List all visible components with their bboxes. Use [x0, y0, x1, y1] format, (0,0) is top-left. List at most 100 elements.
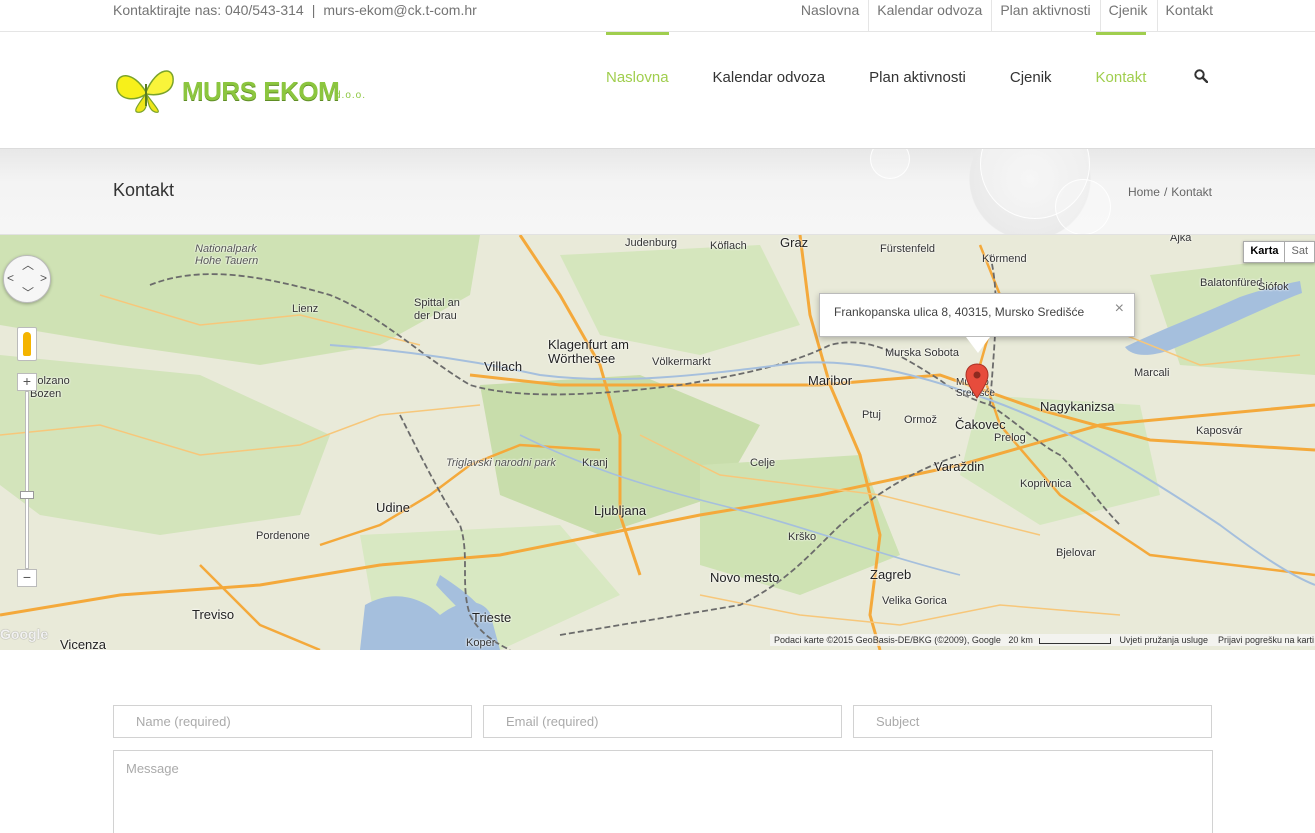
map-place-label: Siófok: [1258, 281, 1289, 293]
nav-cjenik[interactable]: Cjenik: [988, 32, 1074, 148]
contact-info: Kontaktirajte nas: 040/543-314 | murs-ekom…: [113, 2, 477, 18]
map-type-satellite-button[interactable]: Sat: [1285, 241, 1315, 263]
breadcrumb-divider: /: [1163, 185, 1168, 199]
phone-text: Kontaktirajte nas: 040/543-314: [113, 2, 304, 18]
map-scale-label: 20 km: [1008, 635, 1033, 645]
chevron-right-icon[interactable]: >: [40, 271, 47, 285]
map-place-label: Treviso: [192, 607, 235, 622]
map-place-label: Pordenone: [256, 530, 310, 542]
breadcrumb: Home / Kontakt: [1128, 185, 1212, 199]
site-logo[interactable]: MURS EKOM d.o.o.: [113, 62, 373, 118]
map-place-label: Trieste: [472, 610, 512, 625]
email-link[interactable]: murs-ekom@ck.t-com.hr: [323, 2, 476, 18]
map-place-label: Kranj: [582, 457, 608, 469]
map-place-label: Maribor: [808, 373, 853, 388]
main-nav: Naslovna Kalendar odvoza Plan aktivnosti…: [584, 32, 1209, 148]
secnav-plan-aktivnosti[interactable]: Plan aktivnosti: [991, 0, 1099, 31]
message-textarea[interactable]: Message: [113, 750, 1213, 833]
map-place-label: Celje: [750, 457, 776, 469]
map-place-label: Prelog: [994, 432, 1026, 444]
name-input[interactable]: Name (required): [113, 705, 472, 738]
zoom-in-button[interactable]: +: [17, 373, 37, 391]
map-info-window: Frankopanska ulica 8, 40315, Mursko Sred…: [819, 293, 1135, 353]
map-place-label: Novo mesto: [710, 570, 780, 585]
top-bar: Kontaktirajte nas: 040/543-314 | murs-ekom…: [0, 0, 1315, 32]
map-place-label: Völkermarkt: [652, 356, 711, 368]
map-place-label: Villach: [484, 359, 523, 374]
map-place-label: Koprivnica: [1020, 478, 1072, 490]
map-place-label: Klagenfurt am Wörthersee: [548, 337, 629, 366]
nav-kalendar-odvoza[interactable]: Kalendar odvoza: [691, 32, 848, 148]
map-place-label: Varaždin: [934, 459, 985, 474]
map-place-label: Ptuj: [862, 409, 881, 421]
map-data-credit: Podaci karte ©2015 GeoBasis-DE/BKG (©200…: [774, 635, 1001, 645]
nav-naslovna[interactable]: Naslovna: [584, 32, 691, 148]
map-place-label: Ormož: [904, 414, 937, 426]
map-report-link[interactable]: Prijavi pogrešku na karti: [1218, 635, 1314, 645]
close-icon[interactable]: ×: [1115, 300, 1124, 318]
map-place-label: Velika Gorica: [882, 595, 947, 607]
breadcrumb-home[interactable]: Home: [1128, 185, 1160, 199]
map-place-label: Ljubljana: [594, 503, 647, 518]
secnav-cjenik[interactable]: Cjenik: [1099, 0, 1157, 31]
map-place-label: Bjelovar: [1056, 547, 1096, 559]
logo-brand-text: MURS EKOM: [182, 76, 340, 106]
nav-kontakt[interactable]: Kontakt: [1074, 32, 1169, 148]
map-place-label: Fürstenfeld: [880, 243, 936, 255]
butterfly-icon: [116, 70, 174, 113]
search-icon: [1194, 69, 1209, 84]
map-place-label: Zagreb: [870, 567, 912, 582]
secnav-kontakt[interactable]: Kontakt: [1156, 0, 1315, 31]
map-type-control: Karta Sat: [1243, 241, 1315, 263]
map-place-label: Udine: [376, 500, 410, 515]
google-logo: Google: [0, 626, 49, 642]
map-place-label: Triglavski narodni park: [446, 457, 556, 469]
secnav-naslovna[interactable]: Naslovna: [793, 0, 868, 31]
breadcrumb-current: Kontakt: [1171, 185, 1212, 199]
zoom-slider-thumb[interactable]: [20, 491, 34, 499]
map-place-label: Körmend: [982, 253, 1027, 265]
nav-plan-aktivnosti[interactable]: Plan aktivnosti: [847, 32, 988, 148]
map-place-label: Bolzano Bozen: [30, 375, 70, 400]
map-place-label: Köflach: [710, 240, 747, 252]
street-view-pegman-icon[interactable]: [17, 327, 37, 361]
page-title-bar: Kontakt Home / Kontakt: [0, 148, 1315, 235]
map-place-label: Koper: [466, 637, 496, 649]
site-header: MURS EKOM d.o.o. Naslovna Kalendar odvoz…: [0, 32, 1315, 148]
map-place-label: Murska Sobota: [885, 347, 959, 359]
info-window-address: Frankopanska ulica 8, 40315, Mursko Sred…: [834, 305, 1085, 319]
map-zoom-control: + −: [17, 373, 37, 587]
info-window-tail: [966, 337, 990, 353]
chevron-left-icon[interactable]: <: [7, 271, 14, 285]
map-place-label: Judenburg: [625, 237, 677, 249]
subject-input[interactable]: Subject: [853, 705, 1212, 738]
chevron-down-icon[interactable]: ﹀: [22, 284, 34, 301]
map-scale-bar: [1038, 637, 1111, 644]
map-place-label: Lienz: [292, 303, 319, 315]
map-place-label: Marcali: [1134, 367, 1170, 379]
secondary-nav: Naslovna Kalendar odvoza Plan aktivnosti…: [793, 0, 1315, 32]
search-button[interactable]: [1168, 32, 1209, 148]
map-attribution: Podaci karte ©2015 GeoBasis-DE/BKG (©200…: [770, 634, 1315, 646]
secnav-kalendar-odvoza[interactable]: Kalendar odvoza: [868, 0, 991, 31]
logo-suffix-text: d.o.o.: [335, 90, 367, 101]
google-map[interactable]: Judenburg Köflach Graz Fürstenfeld Körme…: [0, 235, 1315, 650]
map-pan-control[interactable]: ︿ < > ﹀: [3, 255, 51, 303]
map-place-label: Ajka: [1170, 235, 1192, 244]
zoom-out-button[interactable]: −: [17, 569, 37, 587]
map-type-karta-button[interactable]: Karta: [1243, 241, 1286, 263]
chevron-up-icon[interactable]: ︿: [22, 256, 34, 273]
map-marker-icon[interactable]: [965, 363, 989, 399]
decor-bubble: [1055, 179, 1111, 234]
map-place-label: Čakovec: [955, 417, 1006, 432]
map-terms-link[interactable]: Uvjeti pružanja usluge: [1119, 635, 1208, 645]
map-place-label: Vicenza: [60, 637, 107, 650]
map-place-label: Nationalpark Hohe Tauern: [195, 243, 259, 267]
map-place-label: Nagykanizsa: [1040, 399, 1115, 414]
email-input[interactable]: Email (required): [483, 705, 842, 738]
map-place-label: Balatonfüred: [1200, 277, 1263, 289]
contact-separator: |: [311, 2, 316, 18]
zoom-slider-track[interactable]: [25, 391, 29, 569]
map-place-label: Graz: [780, 235, 809, 250]
map-place-label: Kaposvár: [1196, 425, 1243, 437]
